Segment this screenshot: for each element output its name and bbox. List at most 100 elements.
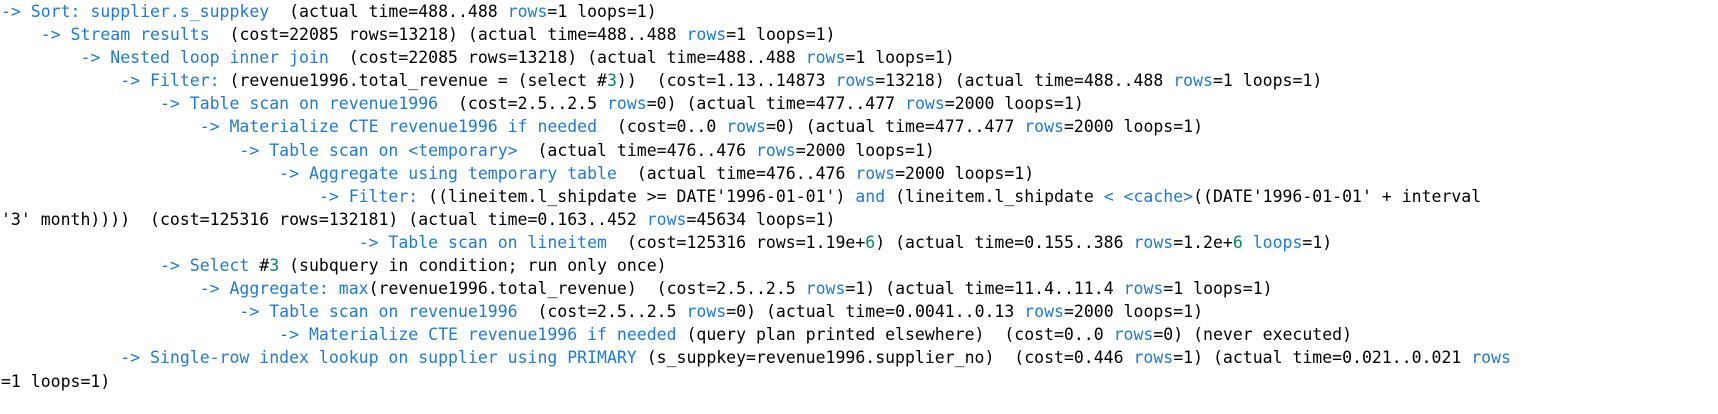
plan-keyword: -> Aggregate:: [199, 279, 329, 299]
plan-keyword: -> Select: [159, 256, 250, 276]
plan-line: -> Stream results (cost=22085 rows=13218…: [1, 23, 1717, 46]
plan-text: (revenue1996.total_revenue = (select #: [219, 71, 607, 91]
plan-text: [1, 187, 319, 206]
plan-keyword: -> Sort: supplier.s_suppkey: [1, 2, 270, 21]
plan-keyword: rows: [646, 209, 687, 229]
plan-keyword: loops: [1252, 232, 1303, 252]
plan-text: ((lineitem.l_shipdate >= DATE'1996-01-01…: [418, 186, 856, 206]
plan-line: -> Table scan on revenue1996 (cost=2.5..…: [1, 92, 1717, 115]
plan-text: =1): [1302, 232, 1333, 252]
plan-line: -> Table scan on lineitem (cost=125316 r…: [1, 231, 1717, 254]
plan-keyword: rows: [726, 117, 766, 137]
plan-keyword: -> Table scan on revenue1996: [239, 302, 518, 322]
plan-text: =1 loops=1): [1212, 71, 1323, 91]
plan-text: ((DATE'1996-01-01' + interval: [1193, 186, 1482, 206]
plan-text: [1, 348, 120, 367]
plan-text: [1, 233, 359, 252]
plan-line: '3' month)))) (cost=125316 rows=132181) …: [1, 208, 1717, 231]
plan-keyword: rows: [1471, 348, 1511, 368]
plan-keyword: rows: [855, 163, 896, 183]
plan-text: [1, 25, 41, 44]
plan-keyword: -> Filter:: [318, 186, 419, 206]
plan-text: [1, 279, 200, 298]
plan-text: (cost=2.5..2.5: [517, 302, 687, 322]
plan-number: 6: [865, 232, 876, 252]
plan-text: (cost=22085 rows=13218) (actual time=488…: [328, 48, 806, 68]
plan-text: =2000 loops=1): [1063, 302, 1204, 322]
plan-number: 3: [606, 71, 617, 91]
plan-text: [1, 256, 160, 275]
plan-text: (s_suppkey=revenue1996.supplier_no) (cos…: [636, 348, 1134, 368]
plan-text: (actual time=476..476: [616, 163, 856, 183]
plan-keyword: rows: [607, 94, 647, 114]
plan-text: =2000 loops=1): [895, 163, 1035, 183]
plan-line: -> Materialize CTE revenue1996 if needed…: [1, 323, 1717, 346]
plan-number: 3: [269, 256, 280, 276]
plan-line: -> Aggregate: max(revenue1996.total_reve…: [1, 277, 1717, 300]
plan-text: =1 loops=1): [1163, 279, 1273, 299]
plan-text: [1, 117, 200, 136]
plan-text: (subquery in condition; run only once): [279, 256, 667, 276]
plan-text: (cost=2.5..2.5: [438, 94, 607, 114]
explain-analyze-output: -> Sort: supplier.s_suppkey (actual time…: [1, 0, 1717, 393]
plan-line: -> Materialize CTE revenue1996 if needed…: [1, 115, 1717, 138]
plan-keyword: -> Stream results: [40, 25, 210, 45]
plan-text: =2000 loops=1): [944, 94, 1084, 114]
plan-text: [1243, 233, 1253, 252]
plan-text: [1, 141, 239, 160]
plan-keyword: rows: [805, 48, 846, 68]
plan-keyword: -> Table scan on revenue1996: [159, 94, 439, 114]
plan-line: -> Nested loop inner join (cost=22085 ro…: [1, 46, 1717, 69]
plan-line: -> Aggregate using temporary table (actu…: [1, 162, 1717, 185]
query-plan-view: { "colors": { "keyword": "#1f7ad6", "num…: [0, 0, 1718, 414]
plan-line: -> Single-row index lookup on supplier u…: [1, 346, 1717, 369]
plan-text: #: [249, 256, 270, 276]
plan-text: (lineitem.l_shipdate: [885, 186, 1104, 206]
plan-keyword: and: [855, 186, 886, 206]
plan-text: '3' month)))) (cost=125316 rows=132181) …: [1, 209, 647, 229]
plan-text: [1, 94, 160, 113]
plan-keyword: -> Materialize CTE revenue1996 if needed: [279, 325, 677, 345]
plan-keyword: rows: [1133, 348, 1174, 368]
plan-line: -> Table scan on <temporary> (actual tim…: [1, 139, 1717, 162]
plan-text: =13218) (actual time=488..488: [875, 71, 1174, 91]
plan-text: =2000 loops=1): [1063, 117, 1204, 137]
plan-keyword: -> Single-row index lookup on supplier u…: [120, 348, 637, 368]
plan-keyword: rows: [835, 71, 876, 91]
plan-keyword: rows: [1173, 71, 1213, 91]
plan-line: -> Sort: supplier.s_suppkey (actual time…: [1, 0, 1717, 23]
plan-keyword: rows: [507, 2, 548, 21]
plan-text: =1 loops=1): [845, 48, 955, 68]
plan-text: (revenue1996.total_revenue) (cost=2.5..2…: [368, 279, 806, 299]
plan-text: =1 loops=1): [726, 25, 836, 45]
plan-keyword: -> Nested loop inner join: [80, 48, 329, 68]
plan-text: =2000 loops=1): [795, 140, 935, 160]
plan-text: )) (cost=1.13..14873: [616, 71, 836, 91]
plan-keyword: rows: [1123, 279, 1164, 299]
plan-text: =1) (actual time=11.4..11.4: [845, 279, 1124, 299]
plan-text: =0) (actual time=477..477: [765, 117, 1025, 137]
plan-keyword: -> Materialize CTE revenue1996 if needed: [199, 117, 598, 137]
plan-text: [1, 71, 120, 90]
plan-text: =0) (actual time=477..477: [646, 94, 906, 114]
plan-text: =1) (actual time=0.021..0.021: [1173, 348, 1472, 368]
plan-text: =1 loops=1): [547, 2, 657, 21]
plan-keyword: rows: [1024, 302, 1064, 322]
plan-keyword: rows: [1024, 117, 1064, 137]
plan-line: =1 loops=1): [1, 370, 1717, 393]
plan-keyword: rows: [905, 94, 945, 114]
plan-line: -> Filter: ((lineitem.l_shipdate >= DATE…: [1, 185, 1717, 208]
plan-keyword: rows: [686, 25, 727, 45]
plan-text: (actual time=488..488: [269, 2, 508, 21]
plan-text: (actual time=476..476: [517, 140, 756, 160]
plan-text: (cost=125316 rows=1.19e+: [606, 232, 866, 252]
plan-text: [1, 325, 279, 344]
plan-keyword: -> Aggregate using temporary table: [279, 163, 617, 183]
plan-keyword: -> Filter:: [120, 71, 220, 91]
plan-keyword: rows: [805, 279, 846, 299]
plan-number: 6: [1232, 232, 1243, 252]
plan-text: =1.2e+: [1173, 232, 1233, 252]
plan-keyword: -> Table scan on lineitem: [358, 232, 607, 252]
plan-keyword: max: [338, 279, 369, 299]
plan-text: =45634 loops=1): [686, 209, 836, 229]
